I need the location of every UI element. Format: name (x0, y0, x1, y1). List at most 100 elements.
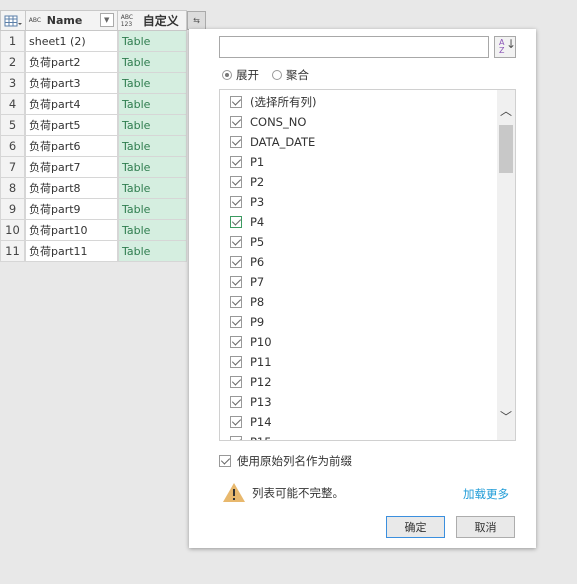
radio-aggregate-label: 聚合 (286, 68, 309, 82)
scroll-down-button[interactable]: ﹀ (497, 408, 515, 425)
name-cell[interactable]: 负荷part4 (25, 94, 118, 115)
row-index[interactable]: 6 (0, 136, 25, 157)
column-name: P3 (250, 195, 265, 209)
column-name: P14 (250, 415, 272, 429)
column-name: P4 (250, 215, 265, 229)
column-search-input[interactable] (219, 36, 489, 58)
column-name: P8 (250, 295, 265, 309)
row-index[interactable]: 4 (0, 94, 25, 115)
scroll-up-button[interactable]: ︿ (497, 102, 515, 119)
name-header-label: Name (46, 14, 83, 27)
table-link-cell[interactable]: Table (118, 178, 187, 199)
column-checkbox-item[interactable]: P3 (230, 192, 264, 212)
expand-dropdown-panel: A Z ↓ 展开 聚合 (选择所有列) CONS_NO DATA_DATE P1 P2 P3 P… (189, 29, 536, 548)
name-cell[interactable]: 负荷part7 (25, 157, 118, 178)
row-index[interactable]: 5 (0, 115, 25, 136)
checkbox-icon (230, 416, 242, 428)
column-name: P5 (250, 235, 265, 249)
column-checkbox-item[interactable]: P2 (230, 172, 264, 192)
column-checkbox-item[interactable]: CONS_NO (230, 112, 306, 132)
checkbox-icon (230, 376, 242, 388)
sort-icon: A Z ↓ (499, 37, 517, 55)
column-checkbox-item[interactable]: P1 (230, 152, 264, 172)
table-link-cell[interactable]: Table (118, 52, 187, 73)
table-link-cell[interactable]: Table (118, 31, 187, 52)
ok-button[interactable]: 确定 (386, 516, 445, 538)
checkbox-icon (230, 96, 242, 108)
column-checkbox-item[interactable]: P8 (230, 292, 264, 312)
custom-column-header[interactable]: ABC 123 自定义 (118, 11, 186, 30)
radio-aggregate[interactable]: 聚合 (272, 67, 309, 83)
cancel-button[interactable]: 取消 (456, 516, 515, 538)
table-row: 2 负荷part2 Table (0, 52, 187, 73)
column-checkbox-item[interactable]: P13 (230, 392, 272, 412)
column-checkbox-item[interactable]: P11 (230, 352, 272, 372)
column-checkbox-item[interactable]: P7 (230, 272, 264, 292)
table-link-cell[interactable]: Table (118, 199, 187, 220)
column-checkbox-item[interactable]: P15 (230, 432, 272, 440)
column-checkbox-item[interactable]: P4 (230, 212, 264, 232)
checkbox-icon (230, 276, 242, 288)
column-name: P15 (250, 435, 272, 440)
table-link-cell[interactable]: Table (118, 94, 187, 115)
table-row: 3 负荷part3 Table (0, 73, 187, 94)
column-name: P6 (250, 255, 265, 269)
column-checkbox-item[interactable]: P10 (230, 332, 272, 352)
radio-expand-label: 展开 (236, 68, 259, 82)
table-row: 4 负荷part4 Table (0, 94, 187, 115)
column-name: P10 (250, 335, 272, 349)
name-column-header[interactable]: ABC Name ▼ (26, 11, 118, 30)
checkbox-icon (230, 256, 242, 268)
sort-az-button[interactable]: A Z ↓ (494, 36, 516, 58)
column-checkbox-item[interactable]: P14 (230, 412, 272, 432)
column-checkbox-item[interactable]: (选择所有列) (230, 92, 316, 112)
warning-text: 列表可能不完整。 (252, 485, 344, 500)
row-index[interactable]: 11 (0, 241, 25, 262)
checkbox-icon (230, 196, 242, 208)
name-cell[interactable]: 负荷part2 (25, 52, 118, 73)
checkbox-icon (230, 296, 242, 308)
name-cell[interactable]: 负荷part11 (25, 241, 118, 262)
column-checkbox-item[interactable]: P12 (230, 372, 272, 392)
checkbox-icon (230, 116, 242, 128)
filter-dropdown-button[interactable]: ▼ (99, 13, 114, 27)
row-index[interactable]: 3 (0, 73, 25, 94)
name-cell[interactable]: 负荷part10 (25, 220, 118, 241)
row-index[interactable]: 1 (0, 31, 25, 52)
name-cell[interactable]: 负荷part5 (25, 115, 118, 136)
table-row: 5 负荷part5 Table (0, 115, 187, 136)
column-name: CONS_NO (250, 115, 307, 129)
load-more-link[interactable]: 加载更多 (463, 486, 509, 502)
table-link-cell[interactable]: Table (118, 241, 187, 262)
column-checkbox-item[interactable]: P6 (230, 252, 264, 272)
column-checkbox-item[interactable]: P9 (230, 312, 264, 332)
row-index[interactable]: 10 (0, 220, 25, 241)
table-link-cell[interactable]: Table (118, 73, 187, 94)
row-index[interactable]: 9 (0, 199, 25, 220)
checkbox-icon (230, 436, 242, 440)
column-list: (选择所有列) CONS_NO DATA_DATE P1 P2 P3 P4 P5 P6 P7 P8 P… (219, 89, 516, 441)
name-cell[interactable]: 负荷part6 (25, 136, 118, 157)
table-link-cell[interactable]: Table (118, 136, 187, 157)
row-index[interactable]: 8 (0, 178, 25, 199)
table-link-cell[interactable]: Table (118, 220, 187, 241)
name-cell[interactable]: 负荷part3 (25, 73, 118, 94)
scrollbar[interactable]: ︿ ﹀ (497, 90, 515, 440)
name-cell[interactable]: 负荷part8 (25, 178, 118, 199)
table-link-cell[interactable]: Table (118, 115, 187, 136)
column-name: P7 (250, 275, 265, 289)
column-checkbox-item[interactable]: DATA_DATE (230, 132, 315, 152)
expand-column-button[interactable]: ⇆ (187, 11, 206, 30)
name-cell[interactable]: 负荷part9 (25, 199, 118, 220)
table-link-cell[interactable]: Table (118, 157, 187, 178)
scroll-thumb[interactable] (499, 125, 513, 173)
checkbox-icon (230, 356, 242, 368)
table-menu-button[interactable] (1, 11, 26, 30)
name-cell[interactable]: sheet1 (2) (25, 31, 118, 52)
column-checkbox-item[interactable]: P5 (230, 232, 264, 252)
checkbox-icon (230, 236, 242, 248)
prefix-checkbox[interactable]: 使用原始列名作为前缀 (219, 453, 352, 469)
row-index[interactable]: 2 (0, 52, 25, 73)
row-index[interactable]: 7 (0, 157, 25, 178)
radio-expand[interactable]: 展开 (222, 67, 259, 83)
